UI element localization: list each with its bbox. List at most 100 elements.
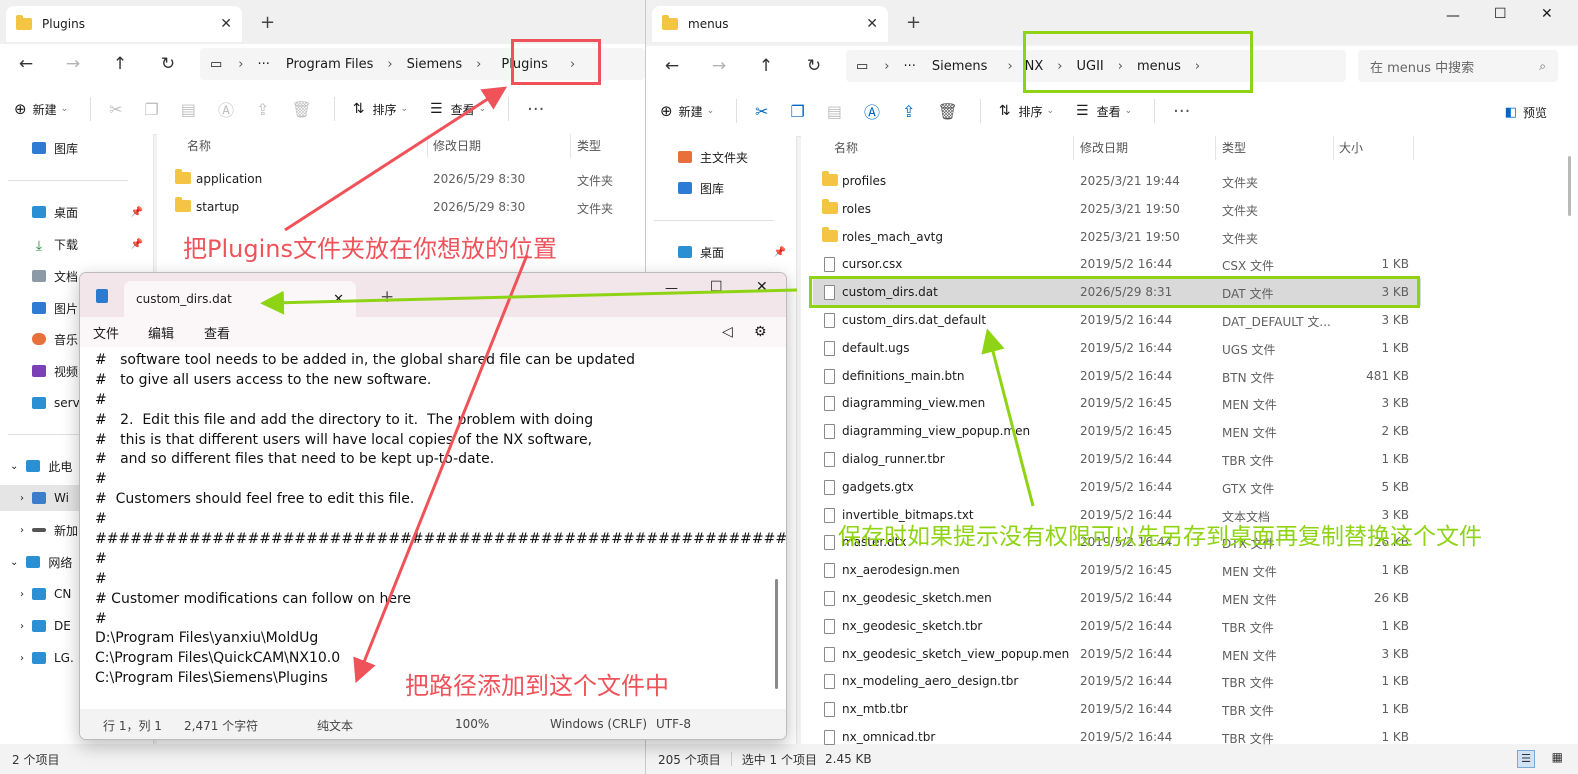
list-item[interactable]: application 2026/5/29 8:30 文件夹 xyxy=(157,165,645,193)
new-button[interactable]: ⊕ 新建 ⌄ xyxy=(14,100,68,118)
forward-icon[interactable]: → xyxy=(50,54,96,74)
list-item[interactable]: nx_geodesic_sketch_view_popup.men 2019/5/… xyxy=(813,640,1421,668)
list-item[interactable]: nx_aerodesign.men 2019/5/2 16:45 MEN 文件 1 K… xyxy=(813,556,1421,584)
close-window-icon[interactable]: ✕ xyxy=(756,279,768,295)
line-ending[interactable]: Windows (CRLF) xyxy=(550,717,647,731)
rename-icon[interactable]: Ⓐ xyxy=(864,99,880,123)
list-item[interactable]: profiles 2025/3/21 19:44 文件夹 xyxy=(813,167,1421,195)
encoding[interactable]: UTF-8 xyxy=(656,717,691,731)
nav-item-gallery[interactable]: 图库 xyxy=(646,175,796,201)
column-header-date[interactable]: 修改日期 xyxy=(433,137,481,154)
new-tab-icon[interactable]: + xyxy=(906,12,921,33)
view-button[interactable]: ☰ 查看 ⌄ xyxy=(1076,103,1132,120)
close-tab-icon[interactable]: ✕ xyxy=(220,16,232,32)
cut-icon[interactable]: ✂ xyxy=(109,100,122,119)
list-item[interactable]: roles 2025/3/21 19:50 文件夹 xyxy=(813,195,1421,223)
share-icon[interactable]: ⇪ xyxy=(902,102,915,121)
list-item[interactable]: diagramming_view.men 2019/5/2 16:45 MEN 文件… xyxy=(813,389,1421,417)
close-window-icon[interactable]: ✕ xyxy=(1541,6,1553,22)
sort-button[interactable]: ⇅ 排序 ⌄ xyxy=(999,103,1054,120)
maximize-icon[interactable]: ☐ xyxy=(1494,6,1507,22)
more-icon[interactable]: ··· xyxy=(527,99,544,120)
paste-icon[interactable]: ▤ xyxy=(181,100,196,119)
refresh-icon[interactable]: ↻ xyxy=(791,56,837,76)
list-item[interactable]: roles_mach_avtg 2025/3/21 19:50 文件夹 xyxy=(813,223,1421,251)
chevron-right-icon[interactable]: › xyxy=(20,621,24,632)
preview-button[interactable]: ◧ 预览 xyxy=(1505,104,1547,121)
paste-icon[interactable]: ▤ xyxy=(827,102,842,121)
settings-gear-icon[interactable]: ⚙ xyxy=(754,324,767,340)
chevron-down-icon[interactable]: ⌄ xyxy=(10,557,18,568)
cut-icon[interactable]: ✂ xyxy=(755,102,768,121)
breadcrumb-program-files[interactable]: Program Files xyxy=(278,57,382,72)
list-item[interactable]: nx_geodesic_sketch.tbr 2019/5/2 16:44 TBR … xyxy=(813,612,1421,640)
copilot-icon[interactable]: ◁ xyxy=(722,324,733,340)
nav-item-desktop[interactable]: 桌面 📌 xyxy=(0,199,153,225)
forward-icon[interactable]: → xyxy=(696,56,742,76)
breadcrumb-siemens[interactable]: Siemens xyxy=(924,59,996,74)
list-item[interactable]: gadgets.gtx 2019/5/2 16:44 GTX 文件 5 KB xyxy=(813,473,1421,501)
share-icon[interactable]: ⇪ xyxy=(256,100,269,119)
close-tab-icon[interactable]: ✕ xyxy=(866,16,878,32)
list-item[interactable]: nx_modeling_aero_design.tbr 2019/5/2 16:4… xyxy=(813,667,1421,695)
text-editor[interactable]: # software tool needs to be added in, th… xyxy=(80,347,786,709)
list-item[interactable]: diagramming_view_popup.men 2019/5/2 16:45… xyxy=(813,417,1421,445)
tab-plugins[interactable]: Plugins ✕ xyxy=(6,6,242,42)
menu-edit[interactable]: 编辑 xyxy=(148,323,174,342)
list-item[interactable]: default.ugs 2019/5/2 16:44 UGS 文件 1 KB xyxy=(813,334,1421,362)
scrollbar-thumb[interactable] xyxy=(775,579,778,689)
new-tab-icon[interactable]: + xyxy=(380,287,394,307)
new-tab-icon[interactable]: + xyxy=(260,12,275,33)
details-view-icon[interactable]: ☰ xyxy=(1517,750,1535,768)
list-item[interactable]: dialog_runner.tbr 2019/5/2 16:44 TBR 文件 1 K… xyxy=(813,445,1421,473)
column-header-size[interactable]: 大小 xyxy=(1339,139,1363,156)
column-header-type[interactable]: 类型 xyxy=(577,137,601,154)
chevron-right-icon[interactable]: › xyxy=(20,525,24,536)
ellipsis-icon[interactable]: ··· xyxy=(250,57,278,72)
tiles-view-icon[interactable]: ▦ xyxy=(1552,750,1563,764)
column-header-type[interactable]: 类型 xyxy=(1222,139,1246,156)
close-tab-icon[interactable]: ✕ xyxy=(333,292,344,307)
minimize-icon[interactable]: — xyxy=(665,281,678,296)
ellipsis-icon[interactable]: ··· xyxy=(896,59,924,74)
copy-icon[interactable]: ❐ xyxy=(791,102,805,121)
list-item[interactable]: definitions_main.btn 2019/5/2 16:44 BTN 文件… xyxy=(813,362,1421,390)
back-icon[interactable]: ← xyxy=(649,56,695,76)
menu-view[interactable]: 查看 xyxy=(204,323,230,342)
chevron-right-icon[interactable]: › xyxy=(20,589,24,600)
search-box[interactable]: 在 menus 中搜索 ⌕ xyxy=(1358,50,1558,82)
chevron-right-icon[interactable]: › xyxy=(20,493,24,504)
refresh-icon[interactable]: ↻ xyxy=(145,54,191,74)
chevron-down-icon[interactable]: ⌄ xyxy=(10,461,18,472)
zoom-level[interactable]: 100% xyxy=(455,717,489,731)
notepad-tab[interactable]: custom_dirs.dat ✕ xyxy=(124,281,356,317)
sort-button[interactable]: ⇅ 排序 ⌄ xyxy=(353,101,408,118)
new-button[interactable]: ⊕ 新建 ⌄ xyxy=(660,102,714,120)
nav-item-downloads[interactable]: ⤓ 下载 📌 xyxy=(0,231,153,257)
delete-icon[interactable]: 🗑 xyxy=(291,100,311,119)
nav-item-home[interactable]: 主文件夹 xyxy=(646,144,796,170)
chevron-right-icon[interactable]: › xyxy=(20,653,24,664)
column-header-date[interactable]: 修改日期 xyxy=(1080,139,1128,156)
breadcrumb-siemens[interactable]: Siemens xyxy=(399,57,471,72)
up-icon[interactable]: ↑ xyxy=(97,54,143,74)
nav-item-gallery[interactable]: 图库 xyxy=(0,135,153,161)
list-item[interactable]: nx_mtb.tbr 2019/5/2 16:44 TBR 文件 1 KB xyxy=(813,695,1421,723)
more-icon[interactable]: ··· xyxy=(1173,101,1190,122)
column-header-name[interactable]: 名称 xyxy=(187,137,211,154)
tab-menus[interactable]: menus ✕ xyxy=(652,6,888,42)
list-item[interactable]: startup 2026/5/29 8:30 文件夹 xyxy=(157,193,645,221)
menu-file[interactable]: 文件 xyxy=(93,323,119,342)
view-button[interactable]: ☰ 查看 ⌄ xyxy=(430,101,486,118)
maximize-icon[interactable]: ☐ xyxy=(710,279,723,295)
list-item[interactable]: custom_dirs.dat_default 2019/5/2 16:44 DAT… xyxy=(813,306,1421,334)
copy-icon[interactable]: ❐ xyxy=(145,100,159,119)
back-icon[interactable]: ← xyxy=(3,54,49,74)
column-header-name[interactable]: 名称 xyxy=(834,139,858,156)
rename-icon[interactable]: Ⓐ xyxy=(218,97,234,121)
list-item[interactable]: nx_geodesic_sketch.men 2019/5/2 16:44 MEN … xyxy=(813,584,1421,612)
list-item[interactable]: cursor.csx 2019/5/2 16:44 CSX 文件 1 KB xyxy=(813,250,1421,278)
scrollbar-thumb[interactable] xyxy=(1568,156,1571,216)
nav-item-desktop[interactable]: 桌面 📌 xyxy=(646,239,796,265)
up-icon[interactable]: ↑ xyxy=(743,56,789,76)
